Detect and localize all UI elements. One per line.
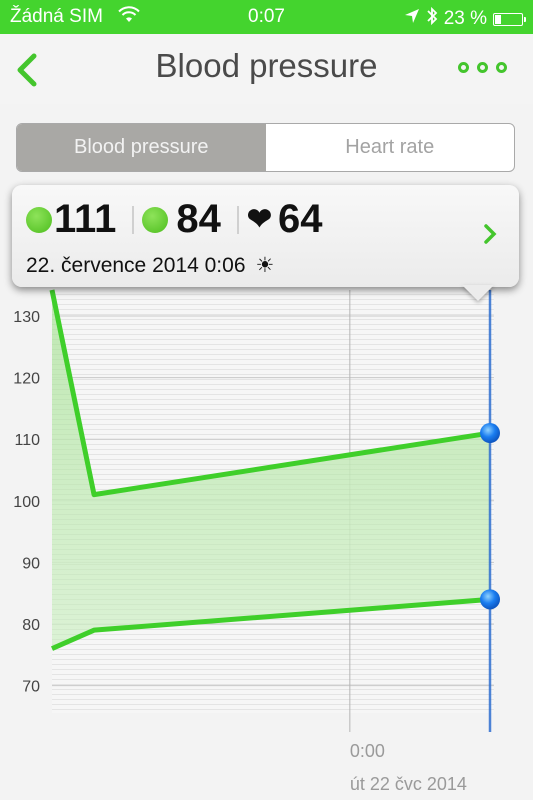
x-axis-time-label: 0:00 (350, 741, 385, 761)
divider (132, 205, 135, 234)
pulse-value: 64 (277, 197, 323, 241)
y-tick-label: 130 (13, 309, 40, 326)
systolic-selected-point (480, 423, 500, 444)
popup-pointer (462, 285, 494, 301)
y-tick-label: 70 (22, 679, 40, 696)
y-tick-label: 110 (14, 432, 40, 449)
sun-icon: ☀ (255, 254, 275, 277)
systolic-status-icon (26, 206, 52, 233)
divider (236, 205, 239, 234)
measurement-datetime: 22. července 2014 0:06 (26, 254, 246, 277)
y-tick-label: 100 (13, 494, 40, 511)
y-tick-label: 80 (22, 617, 40, 634)
chevron-right-icon[interactable] (483, 223, 497, 245)
blood-pressure-chart[interactable]: 70 80 90 100 110 120 130 0:00 út 22 čvc 2014 (0, 0, 533, 800)
x-axis-date-label: út 22 čvc 2014 (350, 774, 467, 794)
diastolic-selected-point (480, 589, 500, 610)
measurement-popup[interactable]: 111 84 ❤ 64 22. července 2014 0:06 ☀ (12, 185, 519, 301)
heart-icon: ❤ (246, 203, 272, 236)
diastolic-status-icon (142, 206, 169, 233)
y-tick-label: 120 (13, 371, 40, 388)
systolic-value: 111 (54, 197, 117, 241)
diastolic-value: 84 (176, 197, 221, 241)
y-tick-label: 90 (22, 555, 40, 572)
